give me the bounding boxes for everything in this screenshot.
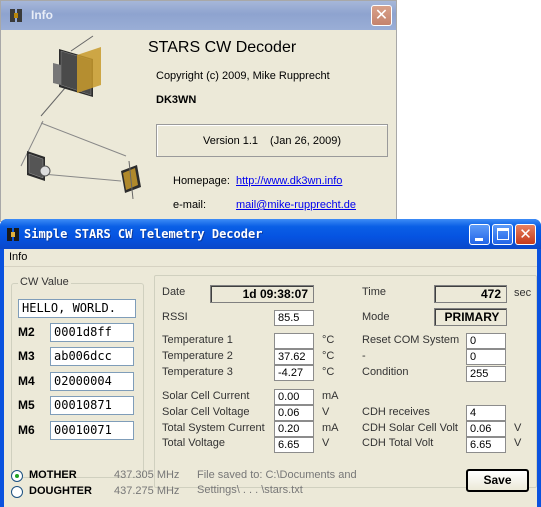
cdh-solar-cell-volt-value: 0.06: [466, 421, 506, 437]
reset-com-system-label: Reset COM System: [362, 334, 460, 346]
close-button[interactable]: ✕: [515, 224, 536, 245]
cdh-receives-value: 4: [466, 405, 506, 421]
solar-cell-voltage-unit: V: [322, 406, 330, 418]
m6-field[interactable]: 00010071: [50, 421, 134, 440]
cw-value-legend: CW Value: [18, 276, 71, 288]
rssi-label: RSSI: [162, 311, 188, 323]
solar-cell-voltage-label: Solar Cell Voltage: [162, 406, 250, 418]
homepage-label: Homepage:: [173, 175, 230, 187]
mother-frequency: 437.305 MHz: [114, 469, 180, 481]
m5-label: M5: [18, 398, 35, 412]
save-button[interactable]: Save: [466, 469, 529, 492]
m4-field[interactable]: 02000004: [50, 372, 134, 391]
main-titlebar[interactable]: Simple STARS CW Telemetry Decoder ✕: [0, 219, 541, 249]
m2-field[interactable]: 0001d8ff: [50, 323, 134, 342]
solar-cell-voltage-value: 0.06: [274, 405, 314, 421]
temperature-3-label: Temperature 3: [162, 366, 233, 378]
satellite-app-icon: [10, 9, 22, 22]
mode-label: Mode: [362, 311, 390, 323]
mode-value: PRIMARY: [434, 308, 507, 326]
rssi-value: 85.5: [274, 310, 314, 326]
condition-label: Condition: [362, 366, 409, 378]
satellite-app-icon: [7, 228, 19, 241]
app-title: STARS CW Decoder: [148, 39, 297, 56]
solar-cell-current-unit: mA: [322, 390, 339, 402]
m3-label: M3: [18, 349, 35, 363]
cdh-total-volt-value: 6.65: [466, 437, 506, 453]
version-text: Version 1.1: [203, 134, 259, 147]
email-label: e-mail:: [173, 199, 207, 211]
mother-radio[interactable]: [11, 470, 23, 482]
satellite-illustration: [20, 35, 141, 200]
time-unit: sec: [514, 287, 532, 299]
menubar: Info: [4, 249, 537, 267]
total-system-current-label: Total System Current: [162, 422, 265, 434]
main-window-title: Simple STARS CW Telemetry Decoder: [24, 227, 263, 241]
menu-info[interactable]: Info: [9, 251, 27, 263]
email-link[interactable]: mail@mike-rupprecht.de: [236, 199, 356, 211]
m2-label: M2: [18, 325, 35, 339]
temperature-1-value: [274, 333, 314, 349]
daughter-frequency: 437.275 MHz: [114, 485, 180, 497]
temperature-2-unit: °C: [322, 350, 335, 362]
total-voltage-unit: V: [322, 437, 330, 449]
cdh-total-volt-unit: V: [514, 437, 522, 449]
time-label: Time: [362, 286, 387, 298]
date-label: Date: [162, 286, 186, 298]
cw-text-field[interactable]: HELLO, WORLD.: [18, 299, 136, 318]
info-close-button[interactable]: ✕: [371, 5, 392, 26]
info-window-title: Info: [31, 8, 53, 22]
condition-value: 255: [466, 366, 506, 382]
dash-value: 0: [466, 349, 506, 365]
m6-label: M6: [18, 423, 35, 437]
temperature-3-value: -4.27: [274, 365, 314, 381]
maximize-button[interactable]: [492, 224, 513, 245]
mother-label[interactable]: MOTHER: [29, 469, 77, 481]
cdh-receives-label: CDH receives: [362, 406, 430, 418]
m4-label: M4: [18, 374, 35, 388]
info-window: Info ✕ STARS CW Decoder Copyright (c) 20…: [0, 0, 397, 222]
version-date: (Jan 26, 2009): [270, 134, 341, 147]
total-system-current-value: 0.20: [274, 421, 314, 437]
reset-com-system-value: 0: [466, 333, 506, 349]
total-voltage-value: 6.65: [274, 437, 314, 453]
minimize-button[interactable]: [469, 224, 490, 245]
temperature-2-label: Temperature 2: [162, 350, 233, 362]
version-box: Version 1.1 (Jan 26, 2009): [156, 124, 388, 157]
minimize-icon: [475, 238, 483, 241]
cdh-solar-cell-volt-label: CDH Solar Cell Volt: [362, 422, 458, 434]
m3-field[interactable]: ab006dcc: [50, 347, 134, 366]
solar-cell-current-label: Solar Cell Current: [162, 390, 250, 402]
cdh-solar-cell-volt-unit: V: [514, 422, 522, 434]
homepage-link[interactable]: http://www.dk3wn.info: [236, 175, 342, 187]
temperature-2-value: 37.62: [274, 349, 314, 365]
dash-label: -: [362, 350, 366, 362]
m5-field[interactable]: 00010871: [50, 396, 134, 415]
daughter-label[interactable]: DOUGHTER: [29, 485, 92, 497]
maximize-icon: [497, 228, 509, 240]
solar-cell-current-value: 0.00: [274, 389, 314, 405]
temperature-1-unit: °C: [322, 334, 335, 346]
info-titlebar[interactable]: Info ✕: [1, 1, 396, 30]
date-value: 1d 09:38:07: [210, 285, 314, 303]
total-voltage-label: Total Voltage: [162, 437, 225, 449]
total-system-current-unit: mA: [322, 422, 339, 434]
cdh-total-volt-label: CDH Total Volt: [362, 437, 434, 449]
callsign-text: DK3WN: [156, 94, 197, 106]
temperature-1-label: Temperature 1: [162, 334, 233, 346]
time-value: 472: [434, 285, 507, 303]
daughter-radio[interactable]: [11, 486, 23, 498]
file-saved-status: File saved to: C:\Documents and Settings…: [197, 469, 357, 496]
temperature-3-unit: °C: [322, 366, 335, 378]
copyright-text: Copyright (c) 2009, Mike Rupprecht: [156, 70, 330, 82]
